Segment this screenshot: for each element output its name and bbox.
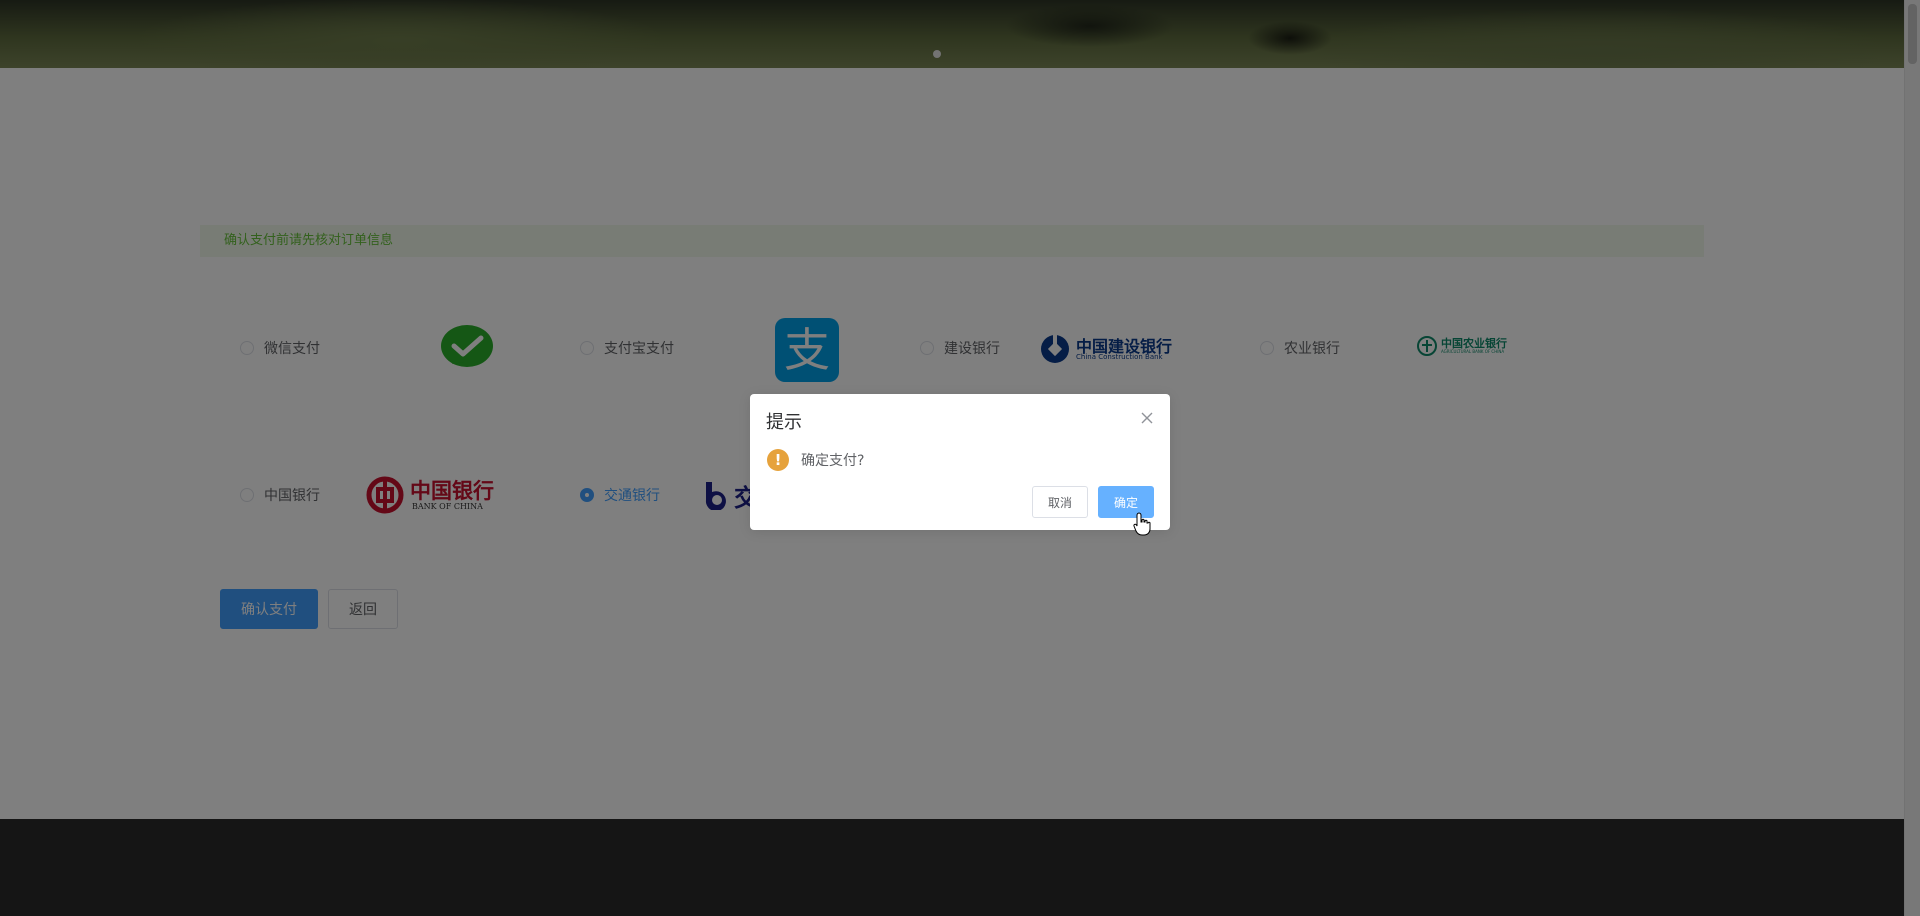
dialog-message: 确定支付? bbox=[801, 453, 865, 469]
close-icon[interactable] bbox=[1140, 410, 1154, 424]
hand-cursor-icon bbox=[1133, 512, 1151, 536]
dialog-message-row: ! 确定支付? bbox=[767, 449, 864, 471]
payment-page: 确认支付前请先核对订单信息 微信支付 支付宝支付 支 建设银行 中国建设银行 C… bbox=[0, 0, 1920, 916]
dialog-title: 提示 bbox=[766, 412, 802, 433]
dialog-cancel-button[interactable]: 取消 bbox=[1032, 486, 1088, 518]
confirm-dialog: 提示 ! 确定支付? 取消 确定 bbox=[750, 394, 1170, 530]
warning-icon: ! bbox=[767, 449, 789, 471]
